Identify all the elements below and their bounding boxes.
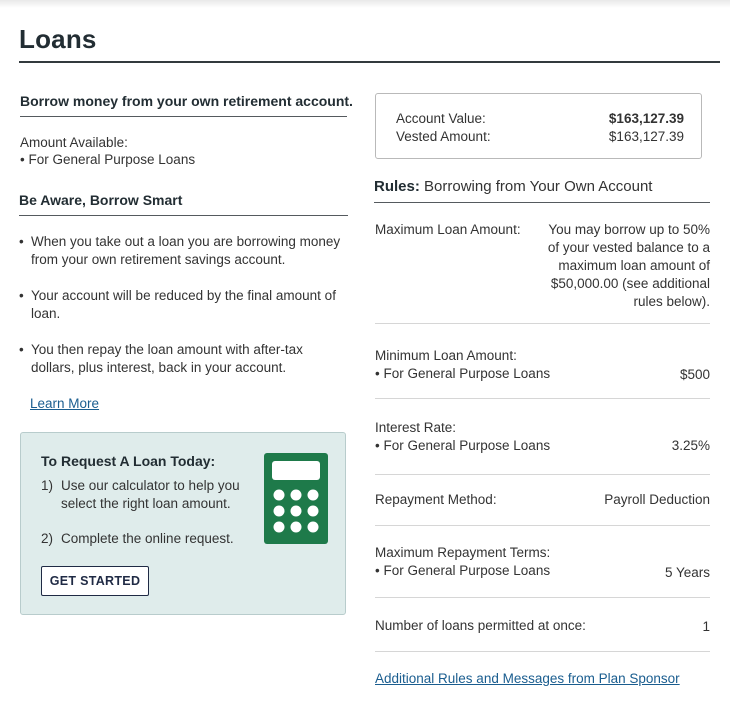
rule-separator [375, 398, 710, 399]
rules-heading-bold: Rules: [374, 178, 420, 195]
rules-heading: Rules: Borrowing from Your Own Account [374, 178, 652, 195]
aware-divider [19, 215, 348, 216]
callout-title: To Request A Loan Today: [41, 453, 216, 469]
request-loan-callout: To Request A Loan Today: 1) Use our calc… [20, 432, 346, 615]
interest-rate-item: • For General Purpose Loans [375, 438, 551, 453]
rule-separator [375, 597, 710, 598]
step-text: Complete the online request. [61, 531, 234, 546]
aware-bullet: When you take out a loan you are borrowi… [19, 233, 349, 269]
account-summary-box: Account Value: $163,127.39 Vested Amount… [375, 93, 702, 159]
max-loan-label: Maximum Loan Amount: [375, 222, 521, 237]
repayment-method-label: Repayment Method: [375, 492, 497, 507]
step-number: 1) [41, 478, 54, 493]
rule-separator [375, 525, 710, 526]
callout-step: 1) Use our calculator to help you select… [41, 477, 251, 513]
borrow-heading: Borrow money from your own retirement ac… [20, 93, 353, 109]
step-text: Use our calculator to help you select th… [61, 478, 240, 511]
learn-more-link[interactable]: Learn More [30, 396, 99, 411]
min-loan-item: • For General Purpose Loans [375, 366, 551, 381]
page-title: Loans [19, 24, 97, 54]
repayment-method-value: Payroll Deduction [604, 492, 710, 507]
callout-steps: 1) Use our calculator to help you select… [41, 477, 251, 565]
aware-heading: Be Aware, Borrow Smart [19, 192, 183, 208]
top-shadow [0, 0, 730, 8]
borrow-divider [20, 116, 347, 117]
vested-amount: $163,127.39 [608, 129, 684, 144]
num-loans-value: 1 [702, 619, 710, 634]
aware-bullet: Your account will be reduced by the fina… [19, 287, 349, 323]
min-loan-value: $500 [679, 367, 710, 382]
interest-rate-label: Interest Rate: [375, 420, 457, 435]
max-terms-item: • For General Purpose Loans [375, 563, 551, 578]
account-value-label: Account Value: [396, 111, 486, 126]
interest-rate-value: 3.25% [671, 438, 710, 453]
aware-bullet: You then repay the loan amount with afte… [19, 341, 349, 377]
aware-bullet-list: When you take out a loan you are borrowi… [19, 233, 349, 395]
title-divider [19, 61, 720, 63]
amount-available-label: Amount Available: [20, 135, 128, 150]
rule-separator [375, 651, 710, 652]
rule-separator [375, 474, 710, 475]
rules-divider [374, 202, 710, 203]
account-value: $163,127.39 [608, 111, 684, 126]
amount-available-item: • For General Purpose Loans [20, 152, 196, 167]
max-terms-label: Maximum Repayment Terms: [375, 545, 551, 560]
step-number: 2) [41, 531, 54, 546]
vested-amount-label: Vested Amount: [396, 129, 491, 144]
num-loans-label: Number of loans permitted at once: [375, 618, 586, 633]
callout-step: 2) Complete the online request. [41, 530, 251, 548]
additional-rules-link[interactable]: Additional Rules and Messages from Plan … [375, 671, 680, 686]
min-loan-label: Minimum Loan Amount: [375, 348, 517, 363]
max-terms-value: 5 Years [664, 565, 710, 580]
rules-heading-text: Borrowing from Your Own Account [419, 178, 653, 195]
get-started-button[interactable]: GET STARTED [41, 566, 149, 596]
max-loan-value: You may borrow up to 50% of your vested … [547, 222, 710, 309]
rule-separator [375, 323, 710, 324]
calculator-icon [264, 453, 328, 544]
